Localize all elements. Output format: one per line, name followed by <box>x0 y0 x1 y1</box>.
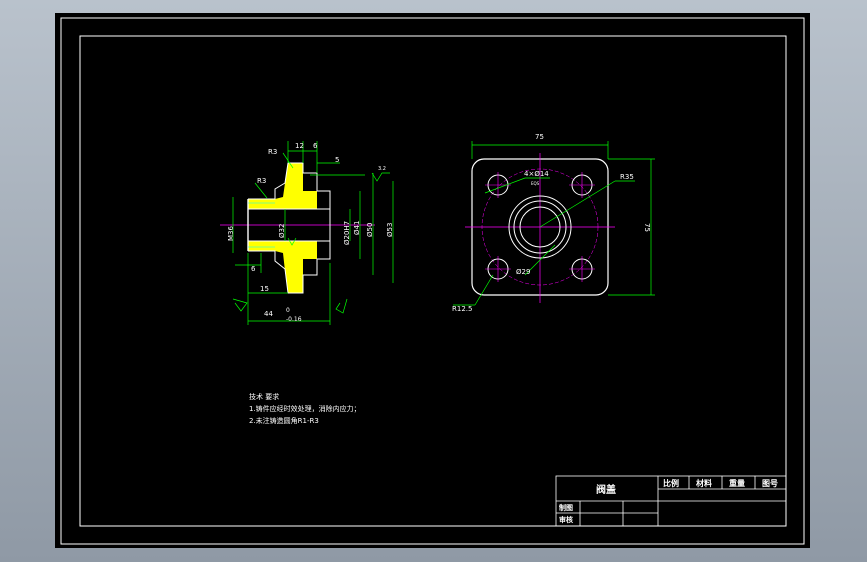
hatch-top <box>275 163 317 209</box>
dim-44-lower: -0.16 <box>286 316 302 323</box>
hatch-bottom <box>275 241 317 293</box>
cad-drawing: 12 6 5 R3 R3 6 15 44 0 -0.16 3.2 M36 Ø32… <box>60 17 805 545</box>
dim-d50: Ø50 <box>366 223 374 237</box>
dim-d32: Ø32 <box>278 224 286 238</box>
dim-15: 15 <box>260 285 269 293</box>
tb-weight: 重量 <box>729 478 745 488</box>
tb-material: 材料 <box>696 478 712 488</box>
notes-line2: 2.未注铸造圆角R1-R3 <box>249 416 319 425</box>
dim-d41: Ø41 <box>353 221 361 235</box>
dim-6: 6 <box>313 142 318 150</box>
outer-border <box>60 17 805 545</box>
dim-r125: R12.5 <box>452 305 472 313</box>
technical-notes: 技术 要求 1.铸件应经时效处理，消除内应力； 2.未注铸造圆角R1-R3 <box>249 392 361 425</box>
tb-scale: 比例 <box>663 478 679 488</box>
section-view: 12 6 5 R3 R3 6 15 44 0 -0.16 3.2 M36 Ø32… <box>220 141 394 325</box>
dim-75-side: 75 <box>643 223 651 232</box>
dim-eqs: EQS <box>531 181 540 186</box>
tb-part-name: 阀盖 <box>596 483 616 496</box>
dim-12: 12 <box>295 142 304 150</box>
front-dimensions <box>453 141 655 306</box>
tb-checked: 审核 <box>559 515 573 524</box>
dim-r35: R35 <box>620 173 634 181</box>
dim-75-top: 75 <box>535 133 544 141</box>
drawing-sheet: 12 6 5 R3 R3 6 15 44 0 -0.16 3.2 M36 Ø32… <box>55 13 810 548</box>
dim-5: 5 <box>335 156 339 164</box>
hatch-spigot-top <box>248 199 275 209</box>
notes-title: 技术 要求 <box>249 392 279 401</box>
dim-44-upper: 0 <box>286 307 290 314</box>
dim-m36: M36 <box>227 226 235 241</box>
tb-drawing-no: 图号 <box>762 479 778 488</box>
dim-44: 44 <box>264 310 273 318</box>
front-view: 75 4×Ø14 EQS Ø29 R35 R12.5 75 <box>452 133 655 313</box>
dim-d53: Ø53 <box>386 223 394 237</box>
hatch-spigot-bottom <box>248 241 275 251</box>
dim-d20h7: Ø20H7 <box>343 221 351 245</box>
notes-line1: 1.铸件应经时效处理，消除内应力； <box>249 404 361 413</box>
roughness-value: 3.2 <box>378 166 386 172</box>
inner-border <box>79 35 787 527</box>
dim-r3-b: R3 <box>257 177 266 185</box>
dim-6b: 6 <box>251 265 256 273</box>
dim-holes: 4×Ø14 <box>524 170 549 178</box>
dim-r3-a: R3 <box>268 148 277 156</box>
tb-drawn: 制图 <box>559 503 573 512</box>
dim-d29: Ø29 <box>516 268 530 276</box>
